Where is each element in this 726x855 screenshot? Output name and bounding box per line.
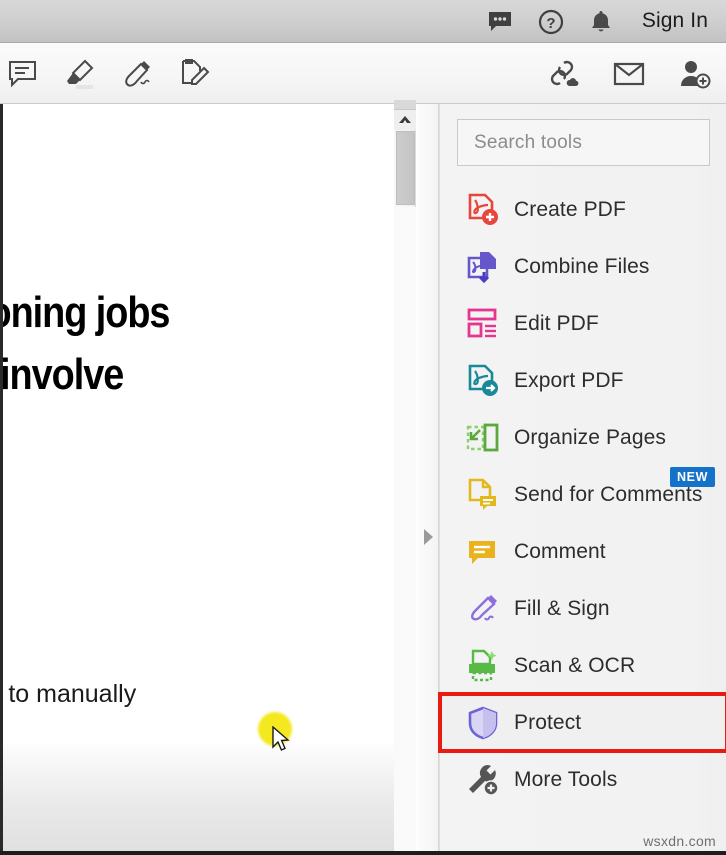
toolbar-left-group (4, 43, 213, 104)
share-link-icon[interactable] (544, 54, 582, 94)
search-tools-input[interactable]: Search tools (457, 119, 710, 166)
send-comments-icon (466, 475, 510, 515)
comment-tool-icon (466, 532, 510, 572)
scrollbar-track[interactable] (394, 207, 416, 855)
scrollbar-thumb[interactable] (396, 131, 415, 205)
tool-item-protect[interactable]: Protect (438, 692, 726, 753)
more-tools-icon (466, 760, 510, 800)
tools-list: Create PDF Combine Files Edit PDF Export… (438, 181, 726, 808)
comment-icon[interactable] (4, 54, 42, 94)
edit-pdf-icon (466, 304, 510, 344)
tools-panel: Search tools Create PDF Combine Files Ed… (438, 104, 726, 855)
tool-item-more-tools[interactable]: More Tools (440, 751, 726, 808)
tool-item-combine-files[interactable]: Combine Files (440, 238, 726, 295)
tool-item-edit-pdf[interactable]: Edit PDF (440, 295, 726, 352)
scroll-up-arrow-icon[interactable] (394, 110, 416, 130)
pdf-document-view[interactable]: ioning jobs t involve es to manually A P… (0, 104, 394, 855)
organize-pages-icon (466, 418, 510, 458)
sign-in-button[interactable]: Sign In (636, 9, 718, 35)
toolbar-right-group (544, 43, 714, 104)
signature-pen-icon[interactable] (118, 54, 156, 94)
tool-label: Fill & Sign (514, 596, 610, 620)
help-circle-icon[interactable]: ? (536, 7, 566, 37)
tool-label: Create PDF (514, 197, 626, 221)
watermark-text: wsxdn.com (643, 833, 716, 849)
cursor-arrow-icon (272, 726, 290, 751)
tool-item-create-pdf[interactable]: Create PDF (440, 181, 726, 238)
new-badge: NEW (670, 467, 715, 487)
tool-item-comment[interactable]: Comment (440, 523, 726, 580)
window-bottom-edge (0, 851, 726, 855)
chat-bubble-icon[interactable] (486, 7, 516, 37)
tool-label: Organize Pages (514, 425, 666, 449)
scrollbar-top-cap (394, 100, 416, 110)
highlighter-icon[interactable] (61, 54, 99, 94)
tool-item-fill-and-sign[interactable]: Fill & Sign (440, 580, 726, 637)
tool-label: Export PDF (514, 368, 624, 392)
tool-item-scan-and-ocr[interactable]: Scan & OCR (440, 637, 726, 694)
document-heading-line2: t involve (0, 350, 124, 399)
acrobat-window: ? Sign In ning jobs involve to manually … (0, 0, 726, 855)
svg-text:?: ? (546, 15, 555, 32)
fill-and-sign-icon[interactable] (175, 54, 213, 94)
bell-notification-icon[interactable] (586, 7, 616, 37)
protect-shield-icon (466, 703, 510, 743)
tool-label: Combine Files (514, 254, 650, 278)
page-bottom-shading (3, 744, 394, 855)
tool-label: Edit PDF (514, 311, 599, 335)
top-menu-bar: ? Sign In (0, 0, 726, 43)
export-pdf-icon (466, 361, 510, 401)
document-body-text: es to manually (8, 680, 137, 708)
tool-label: More Tools (514, 767, 618, 791)
panel-expand-arrow-icon (424, 529, 433, 545)
tool-label: Comment (514, 539, 606, 563)
tool-item-export-pdf[interactable]: Export PDF (440, 352, 726, 409)
search-tools-placeholder: Search tools (474, 131, 583, 153)
panel-splitter[interactable] (417, 104, 439, 855)
pdf-page: ioning jobs t involve es to manually (3, 104, 394, 744)
tool-label: Scan & OCR (514, 653, 636, 677)
tool-item-organize-pages[interactable]: Organize Pages (440, 409, 726, 466)
mouse-cursor (258, 712, 308, 762)
add-person-icon[interactable] (676, 54, 714, 94)
scan-ocr-icon (466, 646, 510, 686)
tool-label: Protect (514, 710, 582, 734)
document-heading-line1: ioning jobs (3, 288, 170, 337)
email-envelope-icon[interactable] (610, 54, 648, 94)
fill-sign-tool-icon (466, 589, 510, 629)
document-scrollbar[interactable] (394, 100, 416, 855)
combine-files-icon (466, 247, 510, 287)
top-bar-actions: ? Sign In (486, 0, 718, 43)
quick-tools-toolbar (0, 43, 726, 104)
create-pdf-icon (466, 190, 510, 230)
tool-item-send-for-comments[interactable]: Send for Comments NEW (440, 466, 726, 523)
